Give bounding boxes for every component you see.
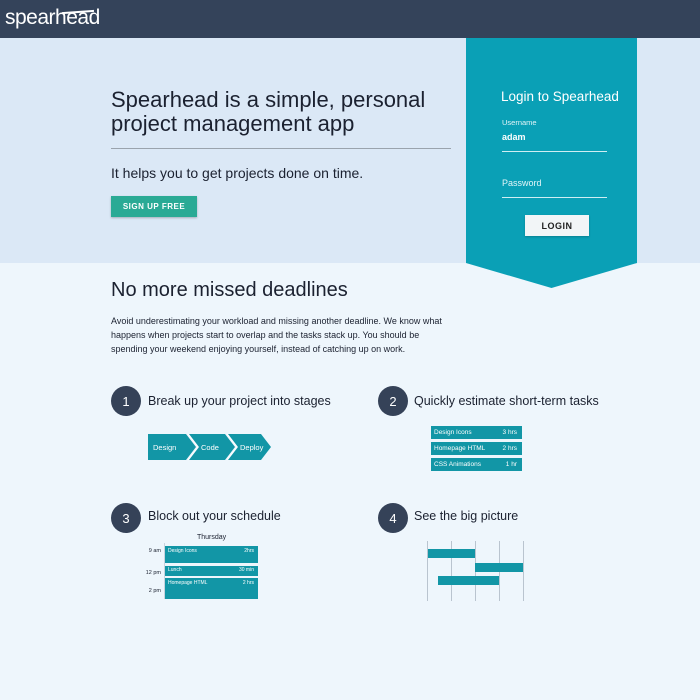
step-4-badge: 4 xyxy=(378,503,408,533)
step-1-badge: 1 xyxy=(111,386,141,416)
step-4-title: See the big picture xyxy=(414,509,519,523)
task-name: CSS Animations xyxy=(434,461,481,468)
task-hours: 1 hr xyxy=(505,461,517,468)
username-underline xyxy=(502,151,607,152)
schedule-event-name: Design Icons xyxy=(168,548,197,554)
schedule-event-duration: 2 hrs xyxy=(242,580,254,586)
step-3-badge: 3 xyxy=(111,503,141,533)
task-hours: 2 hrs xyxy=(502,445,517,452)
login-title: Login to Spearhead xyxy=(501,89,619,104)
stage-design-label: Design xyxy=(153,443,177,452)
schedule-time: 2 pm xyxy=(148,588,161,594)
step-1-title: Break up your project into stages xyxy=(148,394,331,408)
hero-title: Spearhead is a simple, personal project … xyxy=(111,87,426,136)
stage-code-label: Code xyxy=(201,443,219,452)
stage-deploy-label: Deploy xyxy=(240,443,264,452)
sign-up-button[interactable]: SIGN UP FREE xyxy=(111,196,197,217)
gantt-bar xyxy=(438,576,499,585)
task-row: Homepage HTML 2 hrs xyxy=(431,442,522,455)
step-2-title: Quickly estimate short-term tasks xyxy=(414,394,599,408)
step-3-title: Block out your schedule xyxy=(148,509,281,523)
task-row: Design Icons 3 hrs xyxy=(431,426,522,439)
schedule-event-duration: 2hrs xyxy=(244,548,254,554)
schedule-time: 12 pm xyxy=(145,570,161,576)
schedule-event-duration: 30 min xyxy=(238,567,254,573)
login-button[interactable]: LOGIN xyxy=(525,215,589,236)
schedule-day: Thursday xyxy=(197,534,227,541)
step-2-badge: 2 xyxy=(378,386,408,416)
schedule-event-name: Lunch xyxy=(168,567,182,573)
username-label: Username xyxy=(502,118,537,127)
schedule-event: Homepage HTML 2 hrs xyxy=(165,578,258,599)
hero-divider xyxy=(111,148,451,149)
gantt-bar xyxy=(428,549,475,558)
login-panel-shape xyxy=(466,38,637,288)
section-body: Avoid underestimating your workload and … xyxy=(111,316,442,354)
task-row: CSS Animations 1 hr xyxy=(431,458,522,471)
gantt-chart xyxy=(427,541,524,601)
task-name: Design Icons xyxy=(434,429,472,436)
hero-subtitle: It helps you to get projects done on tim… xyxy=(111,165,364,181)
schedule-time: 9 am xyxy=(148,548,161,554)
password-underline xyxy=(502,197,607,198)
top-navbar: spearhead xyxy=(0,0,700,38)
task-hours: 3 hrs xyxy=(502,429,517,436)
password-input[interactable]: Password xyxy=(502,178,542,188)
schedule-event-name: Homepage HTML xyxy=(168,580,208,586)
schedule-event: Lunch 30 min xyxy=(165,566,258,576)
login-panel xyxy=(466,38,637,288)
username-input[interactable]: adam xyxy=(502,132,526,142)
gantt-bar xyxy=(475,563,523,572)
schedule-event: Design Icons 2hrs xyxy=(165,546,258,563)
task-name: Homepage HTML xyxy=(434,445,486,452)
section-title: No more missed deadlines xyxy=(111,279,348,301)
